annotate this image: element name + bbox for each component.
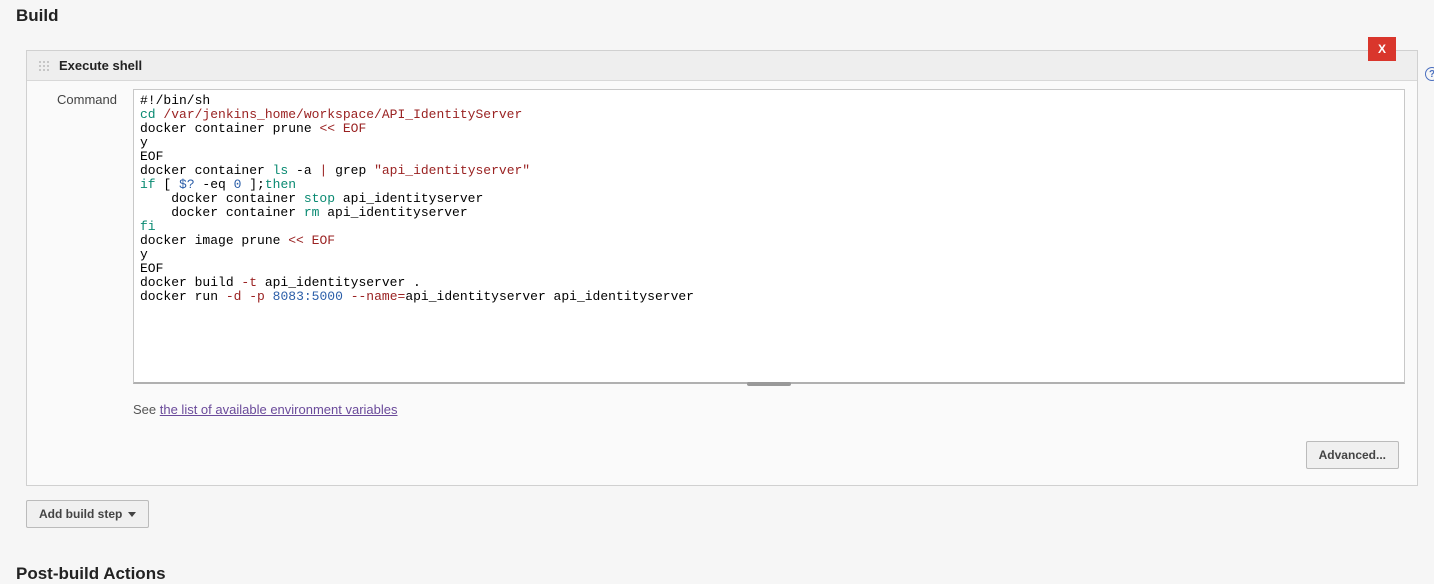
advanced-button[interactable]: Advanced... bbox=[1306, 441, 1399, 469]
build-section-title: Build bbox=[16, 6, 1418, 26]
resize-handle[interactable] bbox=[747, 382, 791, 386]
help-icon[interactable]: ? bbox=[1425, 67, 1434, 81]
post-build-section-title: Post-build Actions bbox=[16, 564, 1418, 584]
add-build-step-button[interactable]: Add build step bbox=[26, 500, 149, 528]
delete-step-button[interactable]: X bbox=[1368, 37, 1396, 61]
command-textarea[interactable]: #!/bin/sh cd /var/jenkins_home/workspace… bbox=[133, 89, 1405, 384]
command-label: Command bbox=[57, 89, 133, 469]
build-step-title: Execute shell bbox=[59, 58, 142, 73]
chevron-down-icon bbox=[128, 512, 136, 517]
build-step-header: Execute shell bbox=[27, 51, 1417, 81]
drag-handle-icon[interactable] bbox=[37, 59, 51, 73]
env-vars-link[interactable]: the list of available environment variab… bbox=[160, 402, 398, 417]
env-vars-hint: See the list of available environment va… bbox=[133, 402, 1405, 417]
build-step-execute-shell: ? Execute shell Command #!/bin/sh cd /va… bbox=[26, 50, 1418, 486]
